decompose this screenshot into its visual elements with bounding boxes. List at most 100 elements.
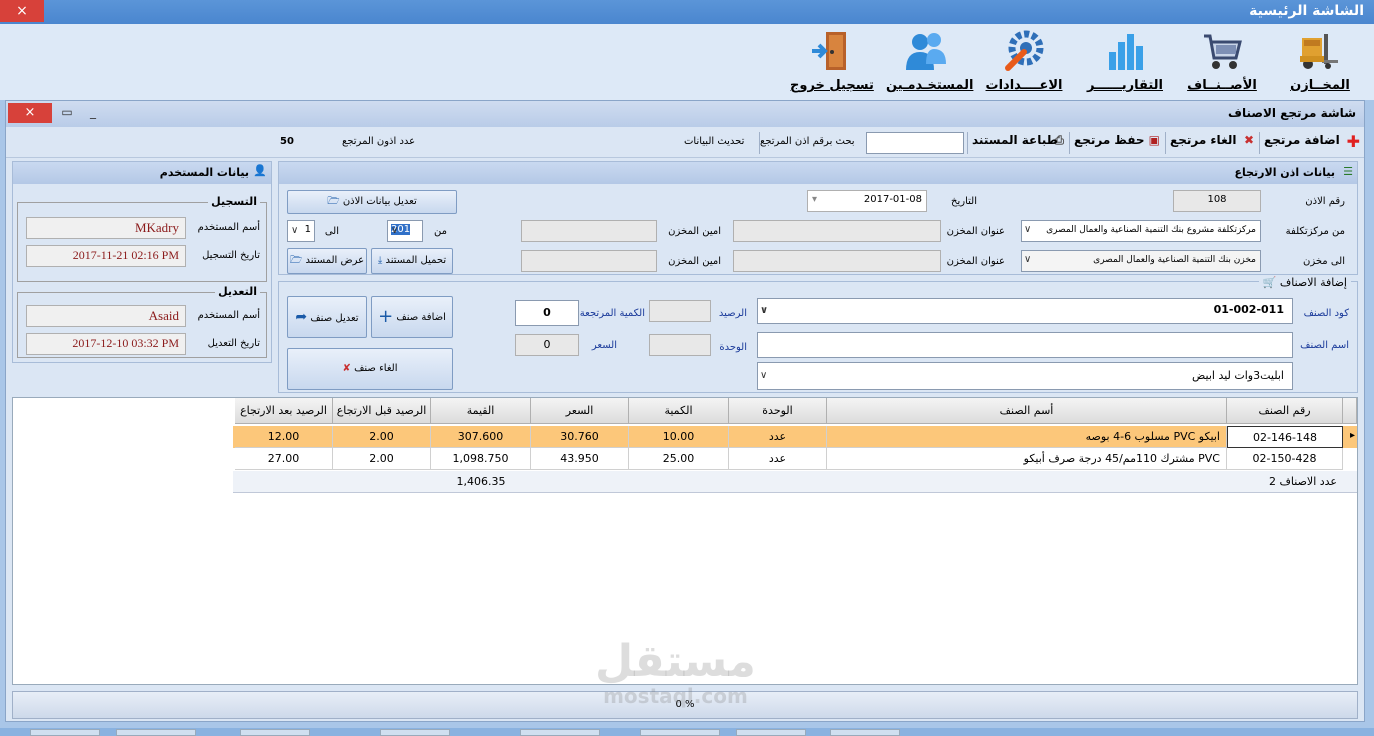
taskbar-item[interactable] bbox=[380, 729, 450, 736]
shopping-cart-icon bbox=[1204, 34, 1242, 69]
edit-permit-button[interactable]: 🗁 تعديل بيانات الاذن bbox=[287, 190, 457, 214]
col-qty[interactable]: الكمية bbox=[629, 398, 729, 424]
minimize-icon[interactable]: _ bbox=[86, 105, 100, 119]
share-arrow-icon: ➦ bbox=[295, 309, 308, 325]
reg-date-field: 2017-11-21 02:16 PM bbox=[26, 245, 186, 267]
balance-field bbox=[649, 300, 711, 322]
add-items-panel: 🛒 إضافة الاصناف كود الصنف 01-002-011 ∨ ا… bbox=[278, 276, 1358, 393]
menu-users[interactable]: المستخـدمـين bbox=[886, 28, 974, 98]
menu-items[interactable]: الأصــنــاف bbox=[1180, 28, 1264, 98]
user-panel: 👤 بيانات المستخدم التسجيل MKadry أسم الم… bbox=[12, 161, 272, 363]
search-input[interactable] bbox=[866, 132, 964, 154]
from-cost-center-select[interactable]: مركزتكلفة مشروع بنك التنمية الصناعية وال… bbox=[1021, 220, 1261, 242]
taskbar-item[interactable] bbox=[116, 729, 196, 736]
taskbar-item[interactable] bbox=[30, 729, 100, 736]
menu-logout-label: تسجيل خروج bbox=[790, 78, 874, 93]
taskbar-item[interactable] bbox=[240, 729, 310, 736]
menu-reports[interactable]: التقاريــــــر bbox=[1086, 28, 1164, 98]
taskbar-item[interactable] bbox=[830, 729, 900, 736]
col-balance-after[interactable]: الرصيد بعد الارتجاع bbox=[235, 398, 333, 424]
count-value: 50 bbox=[280, 136, 294, 147]
taskbar-item[interactable] bbox=[640, 729, 720, 736]
user-panel-header: 👤 بيانات المستخدم bbox=[13, 162, 271, 184]
download-arrow-icon: ⤓ bbox=[377, 255, 383, 266]
return-qty-input[interactable]: 0 bbox=[515, 300, 579, 326]
user-icon: 👤 bbox=[253, 164, 267, 177]
search-label: بحث برقم اذن المرتجع bbox=[760, 136, 855, 147]
item-description-select[interactable]: ابليت3وات ليد ابيض ∨ bbox=[757, 362, 1293, 390]
registration-group: التسجيل MKadry أسم المستخدم 2017-11-21 0… bbox=[17, 195, 267, 282]
floppy-icon: ▣ bbox=[1148, 133, 1160, 147]
from-select[interactable]: 201 ∨ bbox=[387, 220, 423, 242]
app-title: الشاشة الرئيسية bbox=[1249, 3, 1364, 19]
child-close-button[interactable]: × bbox=[8, 103, 52, 123]
chevron-down-icon: ∨ bbox=[760, 305, 769, 316]
refresh-data-button[interactable]: تحديث البيانات bbox=[684, 136, 754, 156]
child-titlebar: × ▭ _ شاشة مرتجع الاصناف bbox=[6, 101, 1364, 127]
item-name-input[interactable] bbox=[757, 332, 1293, 358]
bar-chart-icon bbox=[1109, 34, 1143, 70]
menu-logout[interactable]: تسجيل خروج bbox=[790, 28, 874, 98]
table-row[interactable]: 02-150-428 مشترك 110مم/45 درجة صرف أبيكو… bbox=[233, 448, 1357, 470]
grid-footer: عدد الاصناف 2 1,406.35 bbox=[233, 471, 1357, 493]
to-store-select[interactable]: مخزن بنك التنمية الصناعية والعمال المصرى… bbox=[1021, 250, 1261, 272]
watermark-logo: مستقل mostaql.com bbox=[595, 636, 756, 709]
edit-user-field: Asaid bbox=[26, 305, 186, 327]
chevron-down-icon: ∨ bbox=[1024, 224, 1032, 235]
edit-item-button[interactable]: ➦ تعديل صنف bbox=[287, 296, 367, 338]
store-address-field bbox=[733, 220, 941, 242]
add-item-button[interactable]: + اضافة صنف bbox=[371, 296, 453, 338]
taskbar bbox=[0, 728, 1374, 736]
footer-count: عدد الاصناف 2 bbox=[1269, 475, 1337, 488]
permit-panel: ☰ بيانات اذن الارتجاع رقم الاذن 108 التا… bbox=[278, 161, 1358, 275]
add-items-header: 🛒 إضافة الاصناف bbox=[1258, 276, 1351, 289]
child-title: شاشة مرتجع الاصناف bbox=[1228, 106, 1356, 120]
folder-open-icon: 🗁 bbox=[289, 255, 303, 266]
plus-icon: + bbox=[378, 306, 394, 327]
forklift-icon bbox=[1300, 34, 1338, 69]
cancel-return-button[interactable]: ✖ الغاء مرتجع bbox=[1170, 133, 1254, 153]
menu-stores[interactable]: المخــازن bbox=[1280, 28, 1360, 98]
exit-door-icon bbox=[812, 32, 846, 70]
col-price[interactable]: السعر bbox=[531, 398, 629, 424]
menu-users-label: المستخـدمـين bbox=[886, 78, 974, 93]
app-close-button[interactable]: × bbox=[0, 0, 44, 22]
upload-document-button[interactable]: ⤓ تحميل المستند bbox=[371, 248, 453, 274]
col-unit[interactable]: الوحدة bbox=[729, 398, 827, 424]
add-return-button[interactable]: ✚ اضافة مرتجع bbox=[1264, 133, 1360, 153]
taskbar-item[interactable] bbox=[736, 729, 806, 736]
footer-total: 1,406.35 bbox=[456, 475, 506, 488]
chevron-down-icon: ∨ bbox=[391, 225, 399, 236]
menu-settings-label: الاعــــدادات bbox=[985, 78, 1063, 93]
toolbar: ✚ اضافة مرتجع ✖ الغاء مرتجع ▣ حفظ مرتجع … bbox=[6, 128, 1364, 158]
menu-settings[interactable]: الاعــــدادات bbox=[984, 28, 1064, 98]
to-select[interactable]: 1 ∨ bbox=[287, 220, 315, 242]
col-item-name[interactable]: أسم الصنف bbox=[827, 398, 1227, 424]
cancel-item-button[interactable]: ✘ الغاء صنف bbox=[287, 348, 453, 390]
main-menu: المخــازن الأصــنــاف التقاريــــــر الا… bbox=[0, 24, 1374, 100]
col-item-no[interactable]: رقم الصنف bbox=[1227, 398, 1343, 424]
table-row[interactable]: ▸ 02-146-148 مسلوب 6-4 بوصه PVC ابيكو عد… bbox=[233, 426, 1357, 448]
print-document-button[interactable]: ⎙ طباعة المستند bbox=[972, 133, 1064, 153]
item-code-select[interactable]: 01-002-011 ∨ bbox=[757, 298, 1293, 324]
count-label: عدد اذون المرتجع bbox=[342, 136, 416, 147]
x-mark-icon: ✘ bbox=[342, 363, 351, 374]
menu-items-label: الأصــنــاف bbox=[1187, 78, 1257, 93]
col-balance-before[interactable]: الرصيد قبل الارتجاع bbox=[333, 398, 431, 424]
returns-window: × ▭ _ شاشة مرتجع الاصناف ✚ اضافة مرتجع ✖… bbox=[5, 100, 1365, 722]
store-keeper-field bbox=[521, 220, 657, 242]
restore-icon[interactable]: ▭ bbox=[60, 105, 74, 119]
view-document-button[interactable]: 🗁 عرض المستند bbox=[287, 248, 367, 274]
save-return-button[interactable]: ▣ حفظ مرتجع bbox=[1074, 133, 1160, 153]
calendar-dropdown-icon[interactable]: ▾ bbox=[812, 194, 817, 205]
date-picker[interactable]: 2017-01-08 ▾ bbox=[807, 190, 927, 212]
list-icon: ☰ bbox=[1343, 165, 1353, 178]
menu-reports-label: التقاريــــــر bbox=[1087, 78, 1163, 93]
permit-no-field: 108 bbox=[1173, 190, 1261, 212]
col-value[interactable]: القيمة bbox=[431, 398, 531, 424]
x-mark-icon: ✖ bbox=[1243, 133, 1254, 147]
reg-user-field: MKadry bbox=[26, 217, 186, 239]
taskbar-item[interactable] bbox=[520, 729, 600, 736]
chevron-down-icon: ∨ bbox=[1024, 254, 1032, 265]
plus-icon: ✚ bbox=[1346, 132, 1360, 151]
